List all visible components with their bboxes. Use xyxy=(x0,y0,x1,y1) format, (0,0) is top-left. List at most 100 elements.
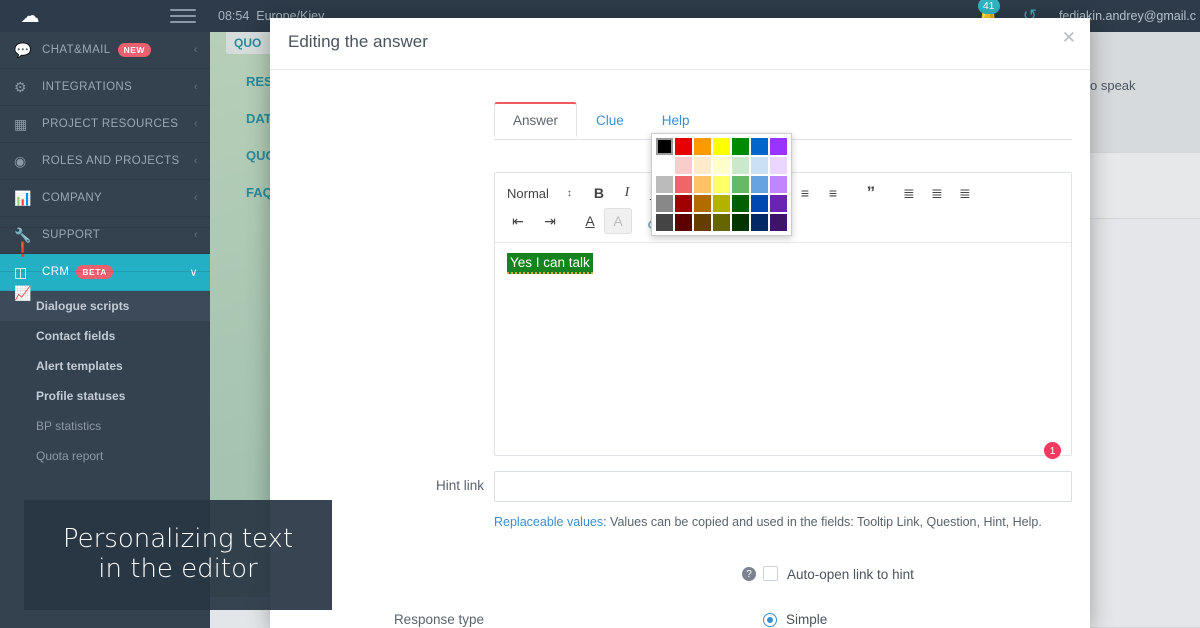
palette-swatch-2-4[interactable] xyxy=(732,176,749,193)
radio-simple[interactable] xyxy=(763,613,777,627)
caption-line-2: in the editor xyxy=(98,554,258,584)
sidebar-subitem-contact-fields[interactable]: Contact fields xyxy=(0,321,210,351)
bar-chart-icon: 📊 xyxy=(14,189,32,206)
editor-content-area[interactable]: Yes I can talk 1 xyxy=(495,243,1071,469)
palette-swatch-1-5[interactable] xyxy=(751,157,768,174)
palette-swatch-1-3[interactable] xyxy=(713,157,730,174)
sidebar-item-company[interactable]: 📊 COMPANY ‹ xyxy=(0,180,210,217)
trend-chart-icon[interactable]: 📈 xyxy=(0,271,210,315)
cloud-logo-icon: ☁ xyxy=(20,5,40,27)
tab-answer[interactable]: Answer xyxy=(494,102,578,137)
palette-swatch-2-5[interactable] xyxy=(751,176,768,193)
auto-open-checkbox[interactable] xyxy=(763,566,778,581)
palette-swatch-3-3[interactable] xyxy=(713,195,730,212)
hint-link-input[interactable] xyxy=(494,471,1072,502)
chat-bubble-icon: 💬 xyxy=(14,41,32,58)
gears-icon: ⚙ xyxy=(14,78,27,95)
palette-row-3 xyxy=(655,194,788,213)
sidebar-footer-icons: ❗ 📈 xyxy=(0,227,210,315)
toggle-icon: ◉ xyxy=(14,152,27,169)
checklist-icon[interactable]: ≣ xyxy=(952,181,978,205)
sidebar-item-label: INTEGRATIONS xyxy=(42,81,133,93)
replaceable-values-link[interactable]: Replaceable values xyxy=(494,515,603,529)
sidebar-item-integrations[interactable]: ⚙ INTEGRATIONS ‹ xyxy=(0,69,210,106)
bullet-list-icon[interactable]: ≣ xyxy=(924,181,950,205)
palette-swatch-0-3[interactable] xyxy=(713,138,730,155)
caption-overlay: Personalizing text in the editor xyxy=(24,500,332,610)
modal-header: Editing the answer ✕ xyxy=(270,18,1090,70)
palette-swatch-2-6[interactable] xyxy=(770,176,787,193)
tab-bar: Answer Clue Help xyxy=(494,102,709,137)
sidebar-subitem-profile-statuses[interactable]: Profile statuses xyxy=(0,381,210,411)
palette-swatch-1-0[interactable] xyxy=(656,157,673,174)
palette-row-0 xyxy=(655,137,788,156)
sidebar-item-roles-and-projects[interactable]: ◉ ROLES AND PROJECTS ‹ xyxy=(0,143,210,180)
palette-swatch-2-3[interactable] xyxy=(713,176,730,193)
indent-icon[interactable]: ⇥ xyxy=(535,209,565,233)
sidebar-subitem-bp-statistics[interactable]: BP statistics xyxy=(0,411,210,441)
palette-swatch-2-1[interactable] xyxy=(675,176,692,193)
palette-swatch-3-6[interactable] xyxy=(770,195,787,212)
palette-swatch-0-6[interactable] xyxy=(770,138,787,155)
palette-swatch-3-0[interactable] xyxy=(656,195,673,212)
palette-swatch-4-3[interactable] xyxy=(713,214,730,231)
palette-swatch-4-6[interactable] xyxy=(770,214,787,231)
palette-swatch-4-0[interactable] xyxy=(656,214,673,231)
tab-help[interactable]: Help xyxy=(643,103,709,137)
align-justify-icon[interactable]: ≡ xyxy=(820,181,846,205)
palette-swatch-1-6[interactable] xyxy=(770,157,787,174)
question-mark-icon[interactable]: ? xyxy=(742,567,756,581)
palette-swatch-0-5[interactable] xyxy=(751,138,768,155)
close-icon[interactable]: ✕ xyxy=(1062,28,1076,48)
font-color-icon[interactable]: A xyxy=(577,209,603,233)
palette-swatch-0-1[interactable] xyxy=(675,138,692,155)
chevron-left-icon: ‹ xyxy=(193,44,198,56)
ordered-list-icon[interactable]: ≣ xyxy=(896,181,922,205)
sidebar-item-project-resources[interactable]: ▦ PROJECT RESOURCES ‹ xyxy=(0,106,210,143)
palette-swatch-3-1[interactable] xyxy=(675,195,692,212)
palette-swatch-3-4[interactable] xyxy=(732,195,749,212)
modal-body: Answer Clue Help Normal ↕ B I U S T xyxy=(270,70,1090,628)
replaceable-values-line: Replaceable values: Values can be copied… xyxy=(494,515,1042,529)
sidebar-item-chat-mail[interactable]: 💬 CHAT&MAIL NEW ‹ xyxy=(0,32,210,69)
palette-swatch-0-0[interactable] xyxy=(656,138,673,155)
background-link-3[interactable]: FAQ xyxy=(246,185,273,200)
replaceable-values-text: : Values can be copied and used in the f… xyxy=(603,515,1042,529)
chevron-left-icon: ‹ xyxy=(193,118,198,130)
grid-icon: ▦ xyxy=(14,115,28,132)
palette-swatch-1-4[interactable] xyxy=(732,157,749,174)
chevron-left-icon: ‹ xyxy=(193,81,198,93)
sidebar-item-label: CHAT&MAIL xyxy=(42,44,111,56)
palette-swatch-1-1[interactable] xyxy=(675,157,692,174)
palette-swatch-4-4[interactable] xyxy=(732,214,749,231)
hint-link-label: Hint link xyxy=(435,478,484,493)
palette-swatch-4-2[interactable] xyxy=(694,214,711,231)
hamburger-menu-icon[interactable] xyxy=(170,9,196,23)
palette-swatch-2-0[interactable] xyxy=(656,176,673,193)
palette-swatch-2-2[interactable] xyxy=(694,176,711,193)
alert-icon[interactable]: ❗ xyxy=(0,227,210,271)
outdent-icon[interactable]: ⇤ xyxy=(503,209,533,233)
tab-clue[interactable]: Clue xyxy=(577,103,643,137)
notification-count-badge: 41 xyxy=(977,0,1000,14)
palette-swatch-1-2[interactable] xyxy=(694,157,711,174)
palette-swatch-3-5[interactable] xyxy=(751,195,768,212)
blockquote-icon[interactable]: ” xyxy=(858,181,884,205)
bold-icon[interactable]: B xyxy=(586,181,612,205)
format-select[interactable]: Normal ↕ xyxy=(503,186,578,201)
palette-row-1 xyxy=(655,156,788,175)
align-right-icon[interactable]: ≡ xyxy=(792,181,818,205)
modal-title: Editing the answer xyxy=(288,32,428,51)
sidebar-subitem-quota-report[interactable]: Quota report xyxy=(0,441,210,471)
palette-swatch-4-1[interactable] xyxy=(675,214,692,231)
sidebar-subitem-alert-templates[interactable]: Alert templates xyxy=(0,351,210,381)
editor-error-badge: 1 xyxy=(1044,442,1061,459)
background-color-icon[interactable]: A xyxy=(604,208,632,234)
palette-swatch-3-2[interactable] xyxy=(694,195,711,212)
response-option-label: Simple xyxy=(786,612,828,627)
italic-icon[interactable]: I xyxy=(614,181,640,205)
logo[interactable]: ☁ xyxy=(0,7,60,26)
palette-swatch-0-2[interactable] xyxy=(694,138,711,155)
palette-swatch-4-5[interactable] xyxy=(751,214,768,231)
palette-swatch-0-4[interactable] xyxy=(732,138,749,155)
